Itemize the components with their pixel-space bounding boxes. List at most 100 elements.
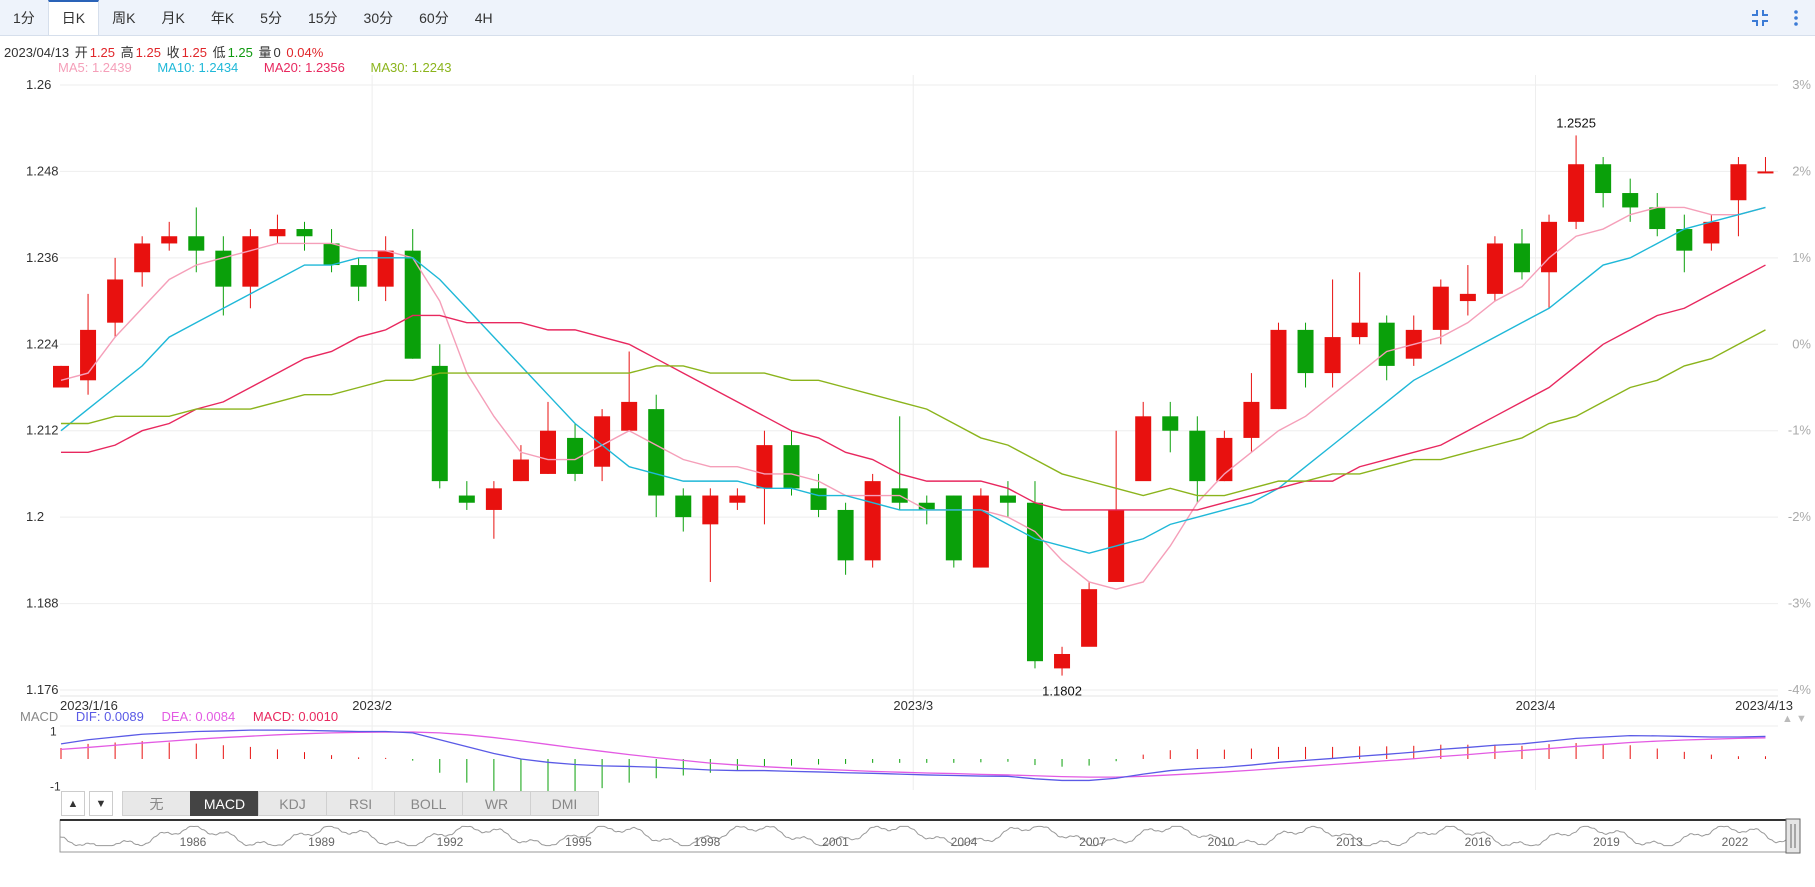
candle-body [1595,164,1612,194]
max-price-annotation: 1.2525 [1556,115,1596,130]
timeframe-tab[interactable]: 周K [99,0,148,35]
ma30-label: MA30: 1.2243 [370,60,452,75]
candle-body [1297,329,1314,374]
ma20-label: MA20: 1.2356 [263,60,345,75]
overview-range-handle [1785,818,1801,854]
candle-body [1351,322,1368,338]
ma5-line [60,206,1766,590]
candle-body [1081,589,1098,647]
candle-body [1730,164,1747,201]
timeframe-tab[interactable]: 年K [198,0,247,35]
overview-year-label: 2004 [951,835,978,849]
dea-line [60,731,1766,778]
candle-body [1162,416,1179,431]
collapse-icon[interactable] [1749,7,1771,29]
open-label: 开 [74,45,88,60]
candle-body [891,488,908,503]
macd-tick-label: -1 [50,780,61,794]
candle-body [1459,293,1476,302]
more-vertical-icon[interactable] [1785,7,1807,29]
indicator-tab[interactable]: DMI [530,791,599,816]
timeframe-tab[interactable]: 15分 [295,0,351,35]
timeframe-tab[interactable]: 5分 [247,0,295,35]
price-tick-label: 1.26 [26,77,51,92]
ma30-line [61,329,1766,497]
timeframe-tab[interactable]: 4H [462,0,506,35]
ohlc-info: 2023/04/13 开 1.25 高 1.25 收 1.25 低 1.25 量0 0.… [4,42,325,61]
candlestick-chart[interactable]: 1.26 1.248 1.236 1.224 1.212 1.2 1.188 1.176 3% 2… [0,0,1815,887]
high-value: 1.25 [135,45,161,60]
pct-tick-label: 1% [1792,250,1811,265]
candle-body [215,250,232,287]
indicator-tab[interactable]: RSI [326,791,395,816]
high-label: 高 [120,45,134,60]
candle-body [1108,509,1125,582]
indicator-tab[interactable]: KDJ [258,791,327,816]
dea-label: DEA: 0.0084 [161,709,236,724]
overview-year-label: 2013 [1336,835,1363,849]
dif-label: DIF: 0.0089 [75,709,144,724]
dif-line [60,729,1766,782]
indicator-tabs: ▲ ▼ 无 MACD KDJ RSI BOLL WR DMI [61,791,599,818]
candle-body [323,243,340,266]
candle-body [621,401,638,431]
candle-body [1243,401,1260,438]
ma10-line [60,206,1766,554]
ma5-label: MA5: 1.2439 [58,60,132,75]
candle-body [1189,430,1206,482]
candle-body [1026,502,1043,662]
pct-tick-label: 2% [1792,163,1811,178]
price-tick-label: 1.236 [26,250,59,265]
indicator-tab[interactable]: WR [462,791,531,816]
ma20-line [61,264,1766,511]
candle-body [539,430,556,474]
timeframe-toolbar: 1分 日K 周K 月K 年K 5分 15分 30分 60分 4H [0,0,1815,36]
candle-body [1676,229,1693,251]
candle-body [1378,322,1395,366]
indicator-tab[interactable]: BOLL [394,791,463,816]
candle-body [53,365,69,388]
candle-body [675,495,692,518]
close-label: 收 [166,45,180,60]
candle-body [1432,286,1449,330]
price-tick-label: 1.2 [26,509,44,524]
macd-tick-label: 1 [50,725,57,739]
candle-body [377,250,394,287]
info-date: 2023/04/13 [4,45,70,60]
date-tick-label: 2023/4 [1516,698,1556,713]
candle-body [1703,221,1720,244]
indicator-scroll-down-button[interactable]: ▼ [89,791,113,816]
timeframe-tab[interactable]: 月K [148,0,197,35]
candle-body [783,445,800,489]
timeframe-tab[interactable]: 60分 [406,0,462,35]
candle-body [404,250,421,359]
timeframe-tab[interactable]: 30分 [351,0,407,35]
candle-body [1541,221,1558,273]
timeframe-tab[interactable]: 日K [47,0,100,35]
indicator-tab[interactable]: MACD [190,791,259,816]
price-tick-label: 1.188 [26,596,59,611]
candle-body [1270,329,1287,410]
candle-body [485,488,502,510]
candle-body [431,365,448,482]
pct-tick-label: -4% [1788,682,1812,697]
candle-body [1054,653,1071,669]
pct-tick-label: -1% [1788,423,1812,438]
candle-body [512,459,529,482]
candle-body [107,279,124,323]
candle-body [729,495,746,503]
candle-body [567,437,584,474]
candle-body [999,495,1016,503]
candle-body [161,236,178,244]
pct-tick-label: 0% [1792,336,1811,351]
indicator-tab[interactable]: 无 [122,791,191,816]
candle-body [1324,337,1341,374]
volume-label: 量 [258,45,272,60]
min-price-annotation: 1.1802 [1042,684,1082,699]
candle-body [1757,171,1774,174]
price-tick-label: 1.212 [26,423,59,438]
indicator-scroll-up-button[interactable]: ▲ [61,791,85,816]
date-tick-label: 2023/3 [893,698,933,713]
timeframe-tab[interactable]: 1分 [0,0,48,35]
open-value: 1.25 [89,45,116,60]
